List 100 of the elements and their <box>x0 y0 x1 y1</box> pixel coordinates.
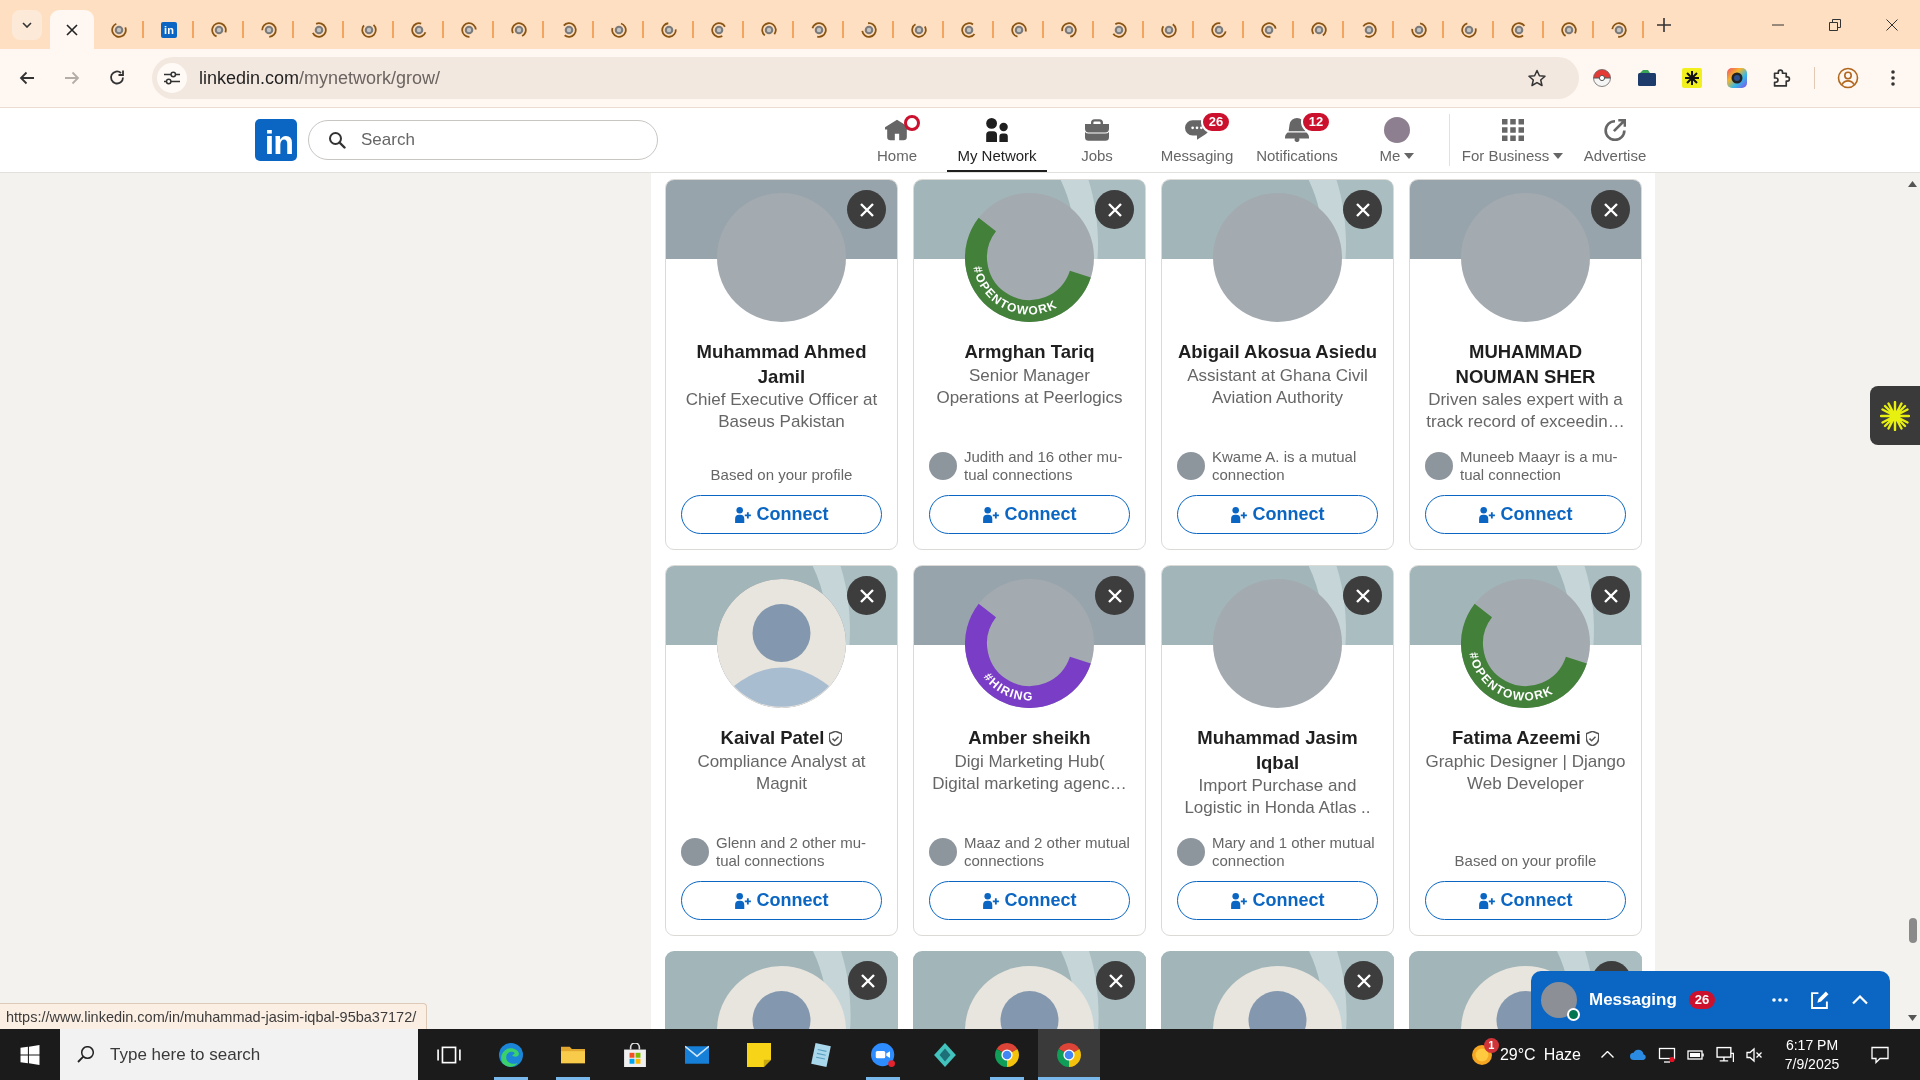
nav-item[interactable]: For Business <box>1450 108 1575 172</box>
windows-icon <box>20 1044 40 1065</box>
person-name[interactable]: MUHAMMAD NOUMAN SHER <box>1455 340 1596 389</box>
favicon-logo: in <box>161 21 177 38</box>
connection-photo <box>1425 452 1453 480</box>
loading-spinner-icon <box>1511 21 1527 38</box>
loading-spinner-icon <box>1311 21 1327 38</box>
person-add-icon <box>734 506 751 523</box>
connect-button[interactable]: Connect <box>681 495 882 534</box>
connect-button[interactable]: Connect <box>929 495 1130 534</box>
person-name[interactable]: Muhammad Ahmed Jamil <box>696 340 867 389</box>
house-icon <box>885 118 909 142</box>
loading-spinner-icon <box>111 21 127 38</box>
tab-search-button[interactable] <box>12 9 42 40</box>
messaging-dialog[interactable]: Messaging 26 <box>1531 971 1890 1029</box>
count-badge: 12 <box>1301 111 1331 133</box>
reload-icon <box>109 70 125 86</box>
person-add-icon <box>1230 892 1247 909</box>
box-icon <box>1637 69 1656 87</box>
person-add-icon <box>1478 506 1495 523</box>
mutual-connections: Kwame A. is a mutual connection <box>1212 448 1357 484</box>
profile-photo <box>1541 982 1577 1018</box>
clock-button[interactable]: 6:17 PM 7/9/2025 <box>1768 1029 1856 1080</box>
browser-tab[interactable] <box>50 10 94 49</box>
loading-spinner-icon <box>1461 21 1477 38</box>
connect-button[interactable]: Connect <box>681 881 882 920</box>
mutual-connections: Maaz and 2 other mutual connections <box>964 834 1130 870</box>
loading-spinner-icon <box>1061 21 1077 38</box>
person-name[interactable]: Abigail Akosua Asiedu <box>1177 340 1378 365</box>
person-name[interactable]: Fatima Azeemi <box>1452 726 1581 751</box>
person-name[interactable]: Muhammad Jasim Iqbal <box>1197 726 1358 775</box>
connect-button[interactable]: Connect <box>929 881 1130 920</box>
scrollbar-thumb[interactable] <box>1908 918 1917 943</box>
loading-spinner-icon <box>961 21 977 38</box>
extension-widget[interactable] <box>1870 386 1920 445</box>
person-circle-icon <box>1836 67 1859 89</box>
person-name[interactable]: Amber sheikh <box>968 726 1091 751</box>
headline: Assistant at Ghana Civil Aviation Authority <box>1186 364 1369 409</box>
close-icon <box>1355 202 1370 217</box>
swirl-icon <box>499 1042 523 1067</box>
close-icon <box>1108 973 1123 988</box>
loading-spinner-icon <box>1011 21 1027 38</box>
taskbar-search-field[interactable]: Type here to search <box>60 1029 418 1080</box>
browser-tab[interactable]: in <box>144 10 194 49</box>
connect-button[interactable]: Connect <box>1177 881 1378 920</box>
loading-spinner-icon <box>661 21 677 38</box>
battery-icon <box>1687 1049 1704 1060</box>
arrow-circle-icon <box>1604 119 1626 141</box>
arrow-left-icon <box>19 70 35 86</box>
site-info-button[interactable] <box>157 63 187 93</box>
close-icon <box>66 23 78 36</box>
temperature: 29°C <box>1499 1045 1536 1064</box>
mutual-connections: Mary and 1 other mutual connection <box>1212 834 1375 870</box>
speech-bubble-icon <box>1871 1045 1889 1064</box>
connect-button[interactable]: Connect <box>1177 495 1378 534</box>
nav-item[interactable]: 12 Notifications <box>1247 108 1347 172</box>
person-add-icon <box>982 506 999 523</box>
shopping-bag-icon <box>623 1042 647 1067</box>
person-name[interactable]: Kaival Patel <box>720 726 825 751</box>
profile-photo <box>1384 117 1410 143</box>
person-name[interactable]: Armghan Tariq <box>964 340 1095 365</box>
network-icon <box>1715 1045 1734 1064</box>
nav-item[interactable]: 26 Messaging <box>1147 108 1247 172</box>
loading-spinner-icon <box>611 21 627 38</box>
loading-spinner-icon <box>461 21 477 38</box>
connect-button[interactable]: Connect <box>1425 495 1626 534</box>
lens-icon <box>1726 68 1747 88</box>
address-bar[interactable]: linkedin.com/mynetwork/grow/ <box>152 57 1579 99</box>
people-icon <box>985 118 1009 142</box>
nav-item[interactable]: Me <box>1347 108 1447 172</box>
search-field[interactable]: Search <box>308 120 658 160</box>
sticky-note-icon <box>747 1042 771 1067</box>
loading-spinner-icon <box>1111 21 1127 38</box>
chevron-up-icon <box>1600 1051 1614 1058</box>
loading-spinner-icon <box>511 21 527 38</box>
connect-button[interactable]: Connect <box>1425 881 1626 920</box>
arrow-right-icon <box>64 70 80 86</box>
mutual-connections: Muneeb Maayr is a mu- tual connection <box>1460 448 1618 484</box>
loading-spinner-icon <box>861 21 877 38</box>
loading-spinner-icon <box>1261 21 1277 38</box>
close-icon <box>859 588 874 603</box>
person-add-icon <box>1478 892 1495 909</box>
close-icon <box>859 202 874 217</box>
url-text: linkedin.com/mynetwork/grow/ <box>199 67 441 89</box>
loading-spinner-icon <box>1211 21 1227 38</box>
nav-item[interactable]: Jobs <box>1047 108 1147 172</box>
count-badge: 26 <box>1688 991 1716 1009</box>
close-icon <box>1355 588 1370 603</box>
person-add-icon <box>1230 506 1247 523</box>
scroll-up-icon[interactable] <box>1908 181 1917 187</box>
taskbar-app[interactable] <box>1038 1029 1100 1080</box>
close-icon <box>1885 18 1898 31</box>
site-logo[interactable]: in <box>255 119 297 161</box>
nav-item[interactable]: Home <box>847 108 947 172</box>
cloud-icon <box>1629 1049 1646 1060</box>
loading-spinner-icon <box>811 21 827 38</box>
scroll-down-icon[interactable] <box>1908 1015 1917 1021</box>
mutual-connections: Judith and 16 other mu- tual connections <box>964 448 1123 484</box>
nav-item[interactable]: Advertise <box>1575 108 1655 172</box>
sliders-icon <box>164 70 180 86</box>
